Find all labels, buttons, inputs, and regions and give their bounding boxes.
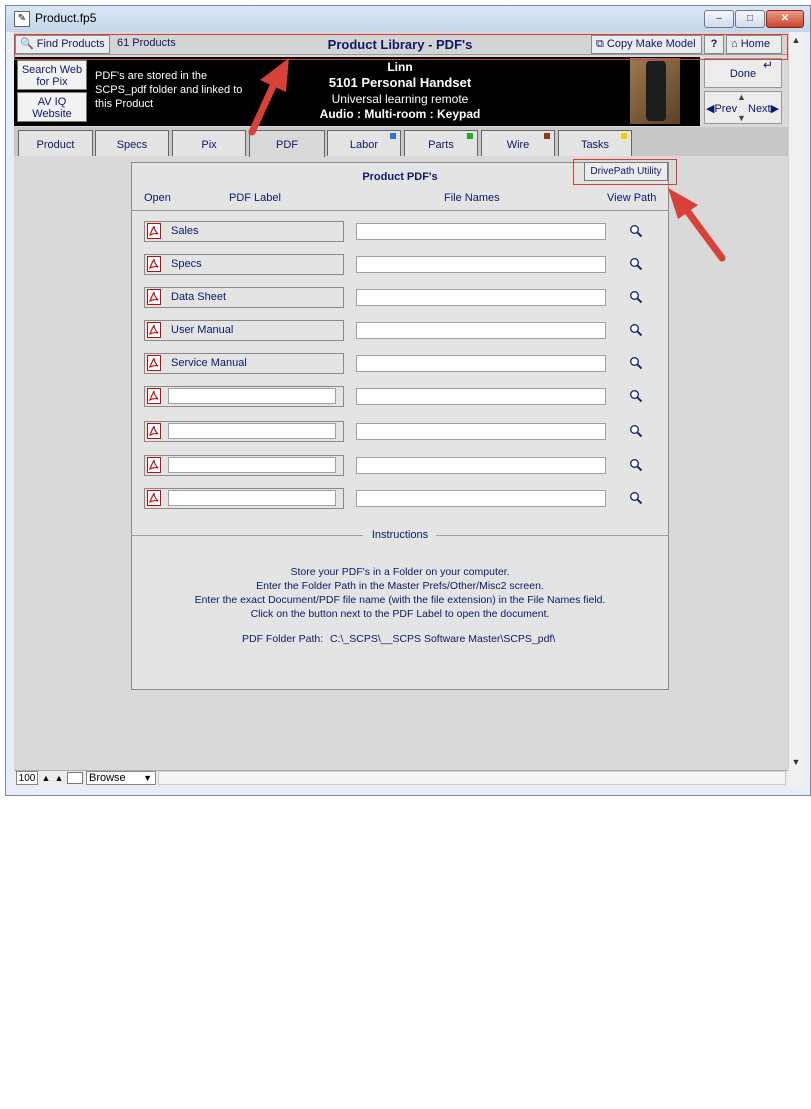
annotation-arrow-2 (668, 188, 726, 262)
annotation-arrow-1 (248, 58, 289, 136)
annotation-layer (248, 58, 726, 262)
